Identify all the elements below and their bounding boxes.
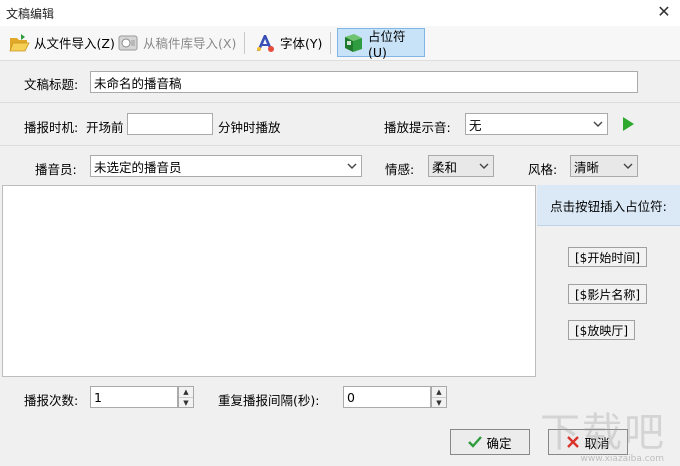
chevron-down-icon <box>347 163 357 169</box>
prompt-sound-label: 播放提示音: <box>384 120 451 135</box>
insert-start-time-button[interactable]: [$开始时间] <box>568 247 647 267</box>
title-label: 文稿标题: <box>24 77 79 92</box>
stepper-down-icon[interactable]: ▼ <box>432 397 446 407</box>
insert-movie-name-button[interactable]: [$影片名称] <box>568 284 647 304</box>
cancel-label: 取消 <box>584 435 610 451</box>
placeholder-panel-header: 点击按钮插入占位符: <box>537 185 680 226</box>
style-value: 清晰 <box>574 159 600 175</box>
window-title: 文稿编辑 <box>6 7 55 21</box>
cancel-button[interactable]: 取消 <box>548 429 628 455</box>
cancel-x-icon <box>567 436 580 448</box>
placeholder-panel: 点击按钮插入占位符: [$开始时间] [$影片名称] [$放映厅] <box>537 185 680 377</box>
announcer-select[interactable]: 未选定的播音员 <box>90 155 362 177</box>
chevron-down-icon <box>593 121 603 127</box>
prompt-sound-value: 无 <box>469 117 482 133</box>
title-bar: 文稿编辑 ✕ <box>0 0 680 26</box>
prompt-sound-select[interactable]: 无 <box>465 113 608 135</box>
divider <box>0 145 680 146</box>
library-icon <box>118 35 138 50</box>
book-icon <box>345 33 362 52</box>
before-start-label: 开场前 <box>86 120 124 135</box>
time-label: 播报时机: <box>24 120 79 135</box>
dialog-footer: 播报次数: 1 ▲ ▼ 重复播报间隔(秒): 0 ▲ ▼ 确定 取消 下载吧 w… <box>0 378 680 466</box>
announcer-label: 播音员: <box>35 162 77 177</box>
import-from-library-label: 从稿件库导入(X) <box>143 36 237 51</box>
import-from-library-button[interactable]: 从稿件库导入(X) <box>113 28 240 57</box>
count-input[interactable]: 1 <box>90 386 178 408</box>
placeholder-label: 占位符(U) <box>368 28 406 60</box>
announcer-value: 未选定的播音员 <box>94 159 182 175</box>
interval-input[interactable]: 0 <box>343 386 431 408</box>
stepper-down-icon[interactable]: ▼ <box>179 397 193 407</box>
emotion-label: 情感: <box>385 162 415 177</box>
chevron-down-icon <box>623 163 633 169</box>
interval-stepper[interactable]: ▲ ▼ <box>431 386 447 408</box>
toolbar-separator <box>330 32 331 54</box>
import-from-file-button[interactable]: 从文件导入(Z) <box>4 28 119 57</box>
script-text-editor[interactable] <box>2 185 536 377</box>
toolbar-separator <box>244 32 245 54</box>
divider <box>0 102 680 103</box>
toolbar: 从文件导入(Z) 从稿件库导入(X) 字体(Y) 占位符(U) <box>0 26 680 61</box>
stepper-up-icon[interactable]: ▲ <box>432 387 446 397</box>
count-stepper[interactable]: ▲ ▼ <box>178 386 194 408</box>
dialog-window: 文稿编辑 ✕ 从文件导入(Z) 从稿件库导入(X) 字体(Y) 占位符(U) 文… <box>0 0 680 466</box>
style-select[interactable]: 清晰 <box>570 155 638 177</box>
minutes-input[interactable] <box>127 113 213 135</box>
import-from-file-label: 从文件导入(Z) <box>34 36 115 51</box>
interval-label: 重复播报间隔(秒): <box>218 393 320 408</box>
ok-label: 确定 <box>486 435 512 451</box>
emotion-value: 柔和 <box>432 159 458 175</box>
chevron-down-icon <box>479 163 489 169</box>
play-icon[interactable] <box>620 116 636 132</box>
placeholder-button[interactable]: 占位符(U) <box>337 28 425 60</box>
font-label: 字体(Y) <box>280 36 323 51</box>
count-label: 播报次数: <box>24 393 79 408</box>
stepper-up-icon[interactable]: ▲ <box>179 387 193 397</box>
minutes-suffix-label: 分钟时播放 <box>218 120 281 135</box>
ok-button[interactable]: 确定 <box>450 429 530 455</box>
font-icon <box>257 34 274 52</box>
font-button[interactable]: 字体(Y) <box>250 28 326 57</box>
emotion-select[interactable]: 柔和 <box>428 155 494 177</box>
title-input[interactable]: 未命名的播音稿 <box>90 71 638 93</box>
close-icon[interactable]: ✕ <box>654 2 674 22</box>
insert-screening-hall-button[interactable]: [$放映厅] <box>568 320 635 340</box>
folder-open-icon <box>9 33 30 51</box>
style-label: 风格: <box>528 162 558 177</box>
checkmark-icon <box>468 436 483 448</box>
watermark-url: www.xiazaiba.com <box>580 454 664 464</box>
